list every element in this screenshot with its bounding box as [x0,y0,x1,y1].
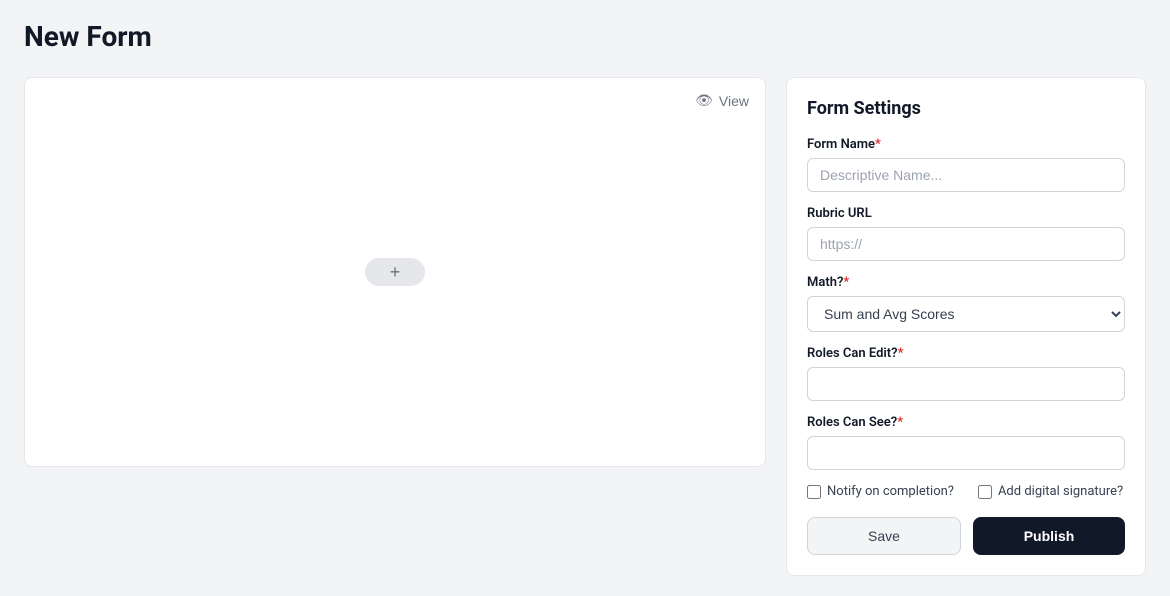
math-select[interactable]: Sum and Avg Scores [807,296,1125,332]
form-name-group: Form Name* [807,137,1125,192]
rubric-url-group: Rubric URL [807,206,1125,261]
rubric-url-label: Rubric URL [807,206,1125,221]
page-title: New Form [24,20,1146,53]
eye-icon: 👁 [695,92,713,109]
notify-completion-label[interactable]: Notify on completion? [807,484,954,499]
checkboxes-row: Notify on completion? Add digital signat… [807,484,1125,499]
view-button[interactable]: 👁 View [695,92,749,109]
actions-row: Save Publish [807,517,1125,555]
roles-see-input[interactable] [807,436,1125,470]
notify-completion-checkbox[interactable] [807,485,821,499]
roles-see-label: Roles Can See?* [807,415,1125,430]
roles-see-group: Roles Can See?* [807,415,1125,470]
add-field-button[interactable]: + [365,258,425,286]
form-name-label: Form Name* [807,137,1125,152]
math-required: * [843,275,849,290]
digital-signature-text: Add digital signature? [998,484,1123,499]
digital-signature-checkbox[interactable] [978,485,992,499]
settings-title: Form Settings [807,98,1125,119]
main-layout: + 👁 View Form Settings Form Name* Rubric… [24,77,1146,576]
digital-signature-label[interactable]: Add digital signature? [978,484,1123,499]
roles-edit-required: * [898,346,904,361]
save-button[interactable]: Save [807,517,961,555]
form-canvas-panel: + 👁 View [24,77,766,467]
math-label: Math?* [807,275,1125,290]
roles-edit-group: Roles Can Edit?* [807,346,1125,401]
plus-icon: + [390,263,401,281]
roles-edit-input[interactable] [807,367,1125,401]
roles-see-required: * [897,415,903,430]
math-group: Math?* Sum and Avg Scores [807,275,1125,332]
form-name-input[interactable] [807,158,1125,192]
publish-button[interactable]: Publish [973,517,1125,555]
settings-panel: Form Settings Form Name* Rubric URL Math… [786,77,1146,576]
roles-edit-label: Roles Can Edit?* [807,346,1125,361]
form-name-required: * [875,137,881,152]
notify-completion-text: Notify on completion? [827,484,954,499]
view-button-label: View [719,93,749,109]
rubric-url-input[interactable] [807,227,1125,261]
